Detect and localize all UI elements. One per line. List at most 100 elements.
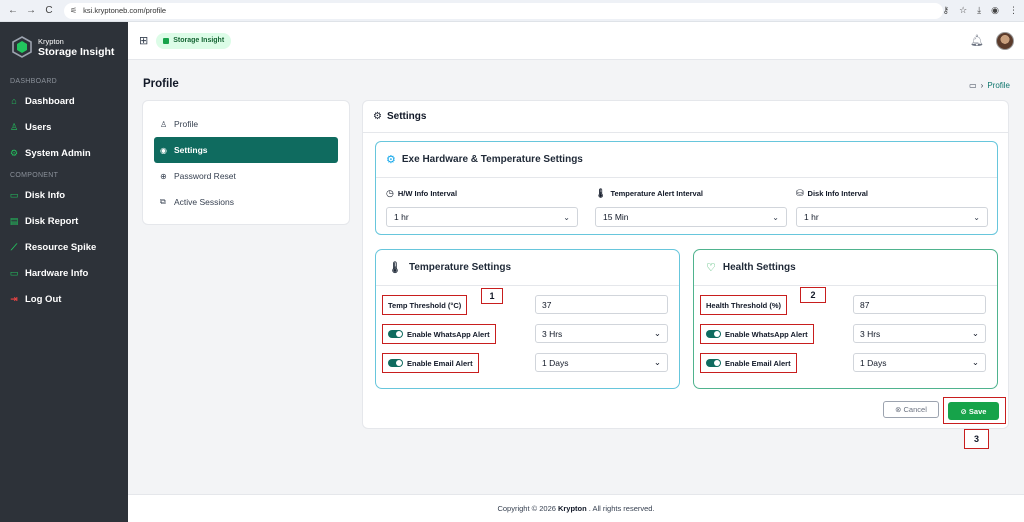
sidebar-item-disk-report[interactable]: ▤ Disk Report (0, 208, 128, 234)
settings-header: ⚙ Settings (363, 101, 1008, 133)
temp-whatsapp-select[interactable]: 3 Hrs ⌄ (535, 324, 668, 343)
temp-threshold-input[interactable]: 37 (535, 295, 668, 314)
brand-name: Krypton (38, 36, 64, 46)
health-settings-panel: ♡ Health Settings Health Threshold (%) 8… (693, 249, 998, 389)
menu-item-profile[interactable]: ♙ Profile (154, 111, 338, 137)
thermometer-icon: 🌡︎ (595, 187, 607, 198)
temperature-alert-interval-select[interactable]: 15 Min ⌄ (595, 207, 787, 227)
temp-threshold-row: Temp Threshold (°C) 37 (376, 294, 679, 316)
toggle-switch-icon[interactable] (388, 359, 403, 367)
chevron-down-icon: ⌄ (772, 212, 779, 222)
annotation-marker-2: 2 (800, 287, 826, 303)
disk-info-interval-select[interactable]: 1 hr ⌄ (796, 207, 988, 227)
back-icon[interactable]: ← (6, 4, 20, 18)
section-dashboard: DASHBOARD (10, 78, 58, 85)
sidebar-item-hardware-info[interactable]: ▭ Hardware Info (0, 260, 128, 286)
brand[interactable]: Krypton Storage Insight (0, 22, 128, 72)
pill-square-icon (163, 37, 170, 44)
breadcrumb-home-icon[interactable]: ▭ (969, 81, 977, 90)
key-icon[interactable]: ⚷ (943, 5, 950, 16)
chevron-down-icon: ⌄ (971, 328, 979, 338)
cog-icon: ⚙ (386, 154, 396, 166)
menu-item-settings[interactable]: ◉ Settings (154, 137, 338, 163)
chevron-down-icon: ⌄ (653, 328, 661, 338)
save-button[interactable]: ⊘ Save (948, 402, 999, 420)
gear-icon: ⚙ (9, 147, 19, 158)
sidebar-item-system-admin[interactable]: ⚙ System Admin (0, 140, 128, 166)
sidebar-item-resource-spike[interactable]: ⟋ Resource Spike (0, 234, 128, 260)
temp-whatsapp-row: Enable WhatsApp Alert 3 Hrs ⌄ (376, 323, 679, 345)
apps-grid-icon[interactable]: ⊞ (139, 34, 148, 47)
thermometer-icon: 🌡︎ (388, 262, 402, 274)
spike-icon: ⟋ (10, 241, 18, 252)
logout-icon: ⇥ (10, 293, 18, 304)
report-icon: ▤ (9, 215, 19, 226)
sidebar-item-disk-info[interactable]: ▭ Disk Info (0, 182, 128, 208)
health-email-select[interactable]: 1 Days ⌄ (853, 353, 986, 372)
site-settings-icon[interactable]: ⚟ (70, 6, 77, 15)
settings-icon: ◉ (160, 145, 167, 155)
settings-card: ⚙ Settings ⚙ Exe Hardware & Temperature … (362, 100, 1009, 429)
temp-email-toggle[interactable]: Enable Email Alert (382, 353, 479, 373)
toggle-switch-icon[interactable] (706, 330, 721, 338)
sidebar-item-dashboard[interactable]: ⌂ Dashboard (0, 88, 128, 114)
temp-whatsapp-toggle[interactable]: Enable WhatsApp Alert (382, 324, 496, 344)
reload-icon[interactable]: C (42, 4, 56, 18)
cancel-circle-icon: ⊗ (895, 405, 902, 414)
star-icon[interactable]: ☆ (959, 5, 967, 16)
check-circle-icon: ⊘ (960, 406, 967, 416)
hardware-settings-panel: ⚙ Exe Hardware & Temperature Settings ◷ H… (375, 141, 998, 235)
chevron-right-icon: › (980, 81, 984, 90)
disk-icon: ▭ (9, 189, 19, 200)
chevron-down-icon: ⌄ (563, 212, 570, 222)
forward-icon[interactable]: → (24, 4, 38, 18)
health-email-toggle[interactable]: Enable Email Alert (700, 353, 797, 373)
gear-icon: ⚙ (373, 111, 382, 122)
breadcrumb-current: Profile (987, 81, 1010, 90)
menu-item-password-reset[interactable]: ⊕ Password Reset (154, 163, 338, 189)
health-whatsapp-select[interactable]: 3 Hrs ⌄ (853, 324, 986, 343)
download-icon[interactable]: ⤓ (977, 5, 981, 16)
top-header: ⊞ Storage Insight 🔔︎ (128, 22, 1024, 60)
profile-menu-card: ♙ Profile ◉ Settings ⊕ Password Reset ⧉ … (142, 100, 350, 225)
hw-info-interval-field: ◷ H/W Info Interval 1 hr ⌄ (386, 186, 578, 227)
sidebar-item-users[interactable]: ♙ Users (0, 114, 128, 140)
health-threshold-label: Health Threshold (%) (700, 295, 788, 315)
toggle-switch-icon[interactable] (388, 330, 403, 338)
annotation-marker-1: 1 (481, 288, 503, 304)
section-component: COMPONENT (10, 172, 59, 179)
krypton-logo-icon (12, 36, 32, 58)
health-threshold-input[interactable]: 87 (853, 295, 986, 314)
user-icon: ♙ (9, 121, 19, 132)
brand-product: Storage Insight (38, 45, 115, 58)
footer: Copyright © 2026 Krypton . All rights re… (128, 494, 1024, 522)
health-whatsapp-toggle[interactable]: Enable WhatsApp Alert (700, 324, 814, 344)
cancel-button[interactable]: ⊗ Cancel (883, 401, 939, 418)
health-threshold-row: Health Threshold (%) 87 (694, 294, 997, 316)
temp-threshold-label: Temp Threshold (°C) (382, 295, 468, 315)
profile-icon[interactable]: ◉ (991, 5, 999, 16)
temp-email-row: Enable Email Alert 1 Days ⌄ (376, 352, 679, 374)
sidebar: Krypton Storage Insight DASHBOARD ⌂ Dash… (0, 22, 128, 522)
temperature-alert-interval-field: 🌡︎ Temperature Alert Interval 15 Min ⌄ (595, 186, 787, 227)
sidebar-item-log-out[interactable]: ⇥ Log Out (0, 286, 128, 312)
hard-drive-icon: ⛁ (796, 187, 804, 198)
footer-brand: Krypton (557, 504, 587, 513)
home-icon: ⌂ (11, 96, 17, 106)
annotation-marker-3: 3 (964, 429, 989, 449)
health-settings-title: ♡ Health Settings (694, 250, 997, 286)
product-pill: Storage Insight (156, 32, 232, 49)
bell-icon[interactable]: 🔔︎ (970, 34, 984, 47)
avatar[interactable] (996, 31, 1014, 50)
clock-icon: ◷ (386, 187, 394, 198)
menu-item-active-sessions[interactable]: ⧉ Active Sessions (154, 189, 338, 215)
toggle-switch-icon[interactable] (706, 359, 721, 367)
temp-email-select[interactable]: 1 Days ⌄ (535, 353, 668, 372)
browser-toolbar: ← → C ⚟ ksi.kryptoneb.com/profile ⚷ ☆ ⤓ … (0, 0, 1024, 22)
health-email-row: Enable Email Alert 1 Days ⌄ (694, 352, 997, 374)
hw-info-interval-select[interactable]: 1 hr ⌄ (386, 207, 578, 227)
kebab-menu-icon[interactable]: ⋮ (1009, 5, 1018, 16)
address-bar[interactable]: ⚟ ksi.kryptoneb.com/profile (63, 2, 943, 19)
hardware-settings-title: ⚙ Exe Hardware & Temperature Settings (376, 142, 997, 178)
chevron-down-icon: ⌄ (653, 357, 661, 367)
